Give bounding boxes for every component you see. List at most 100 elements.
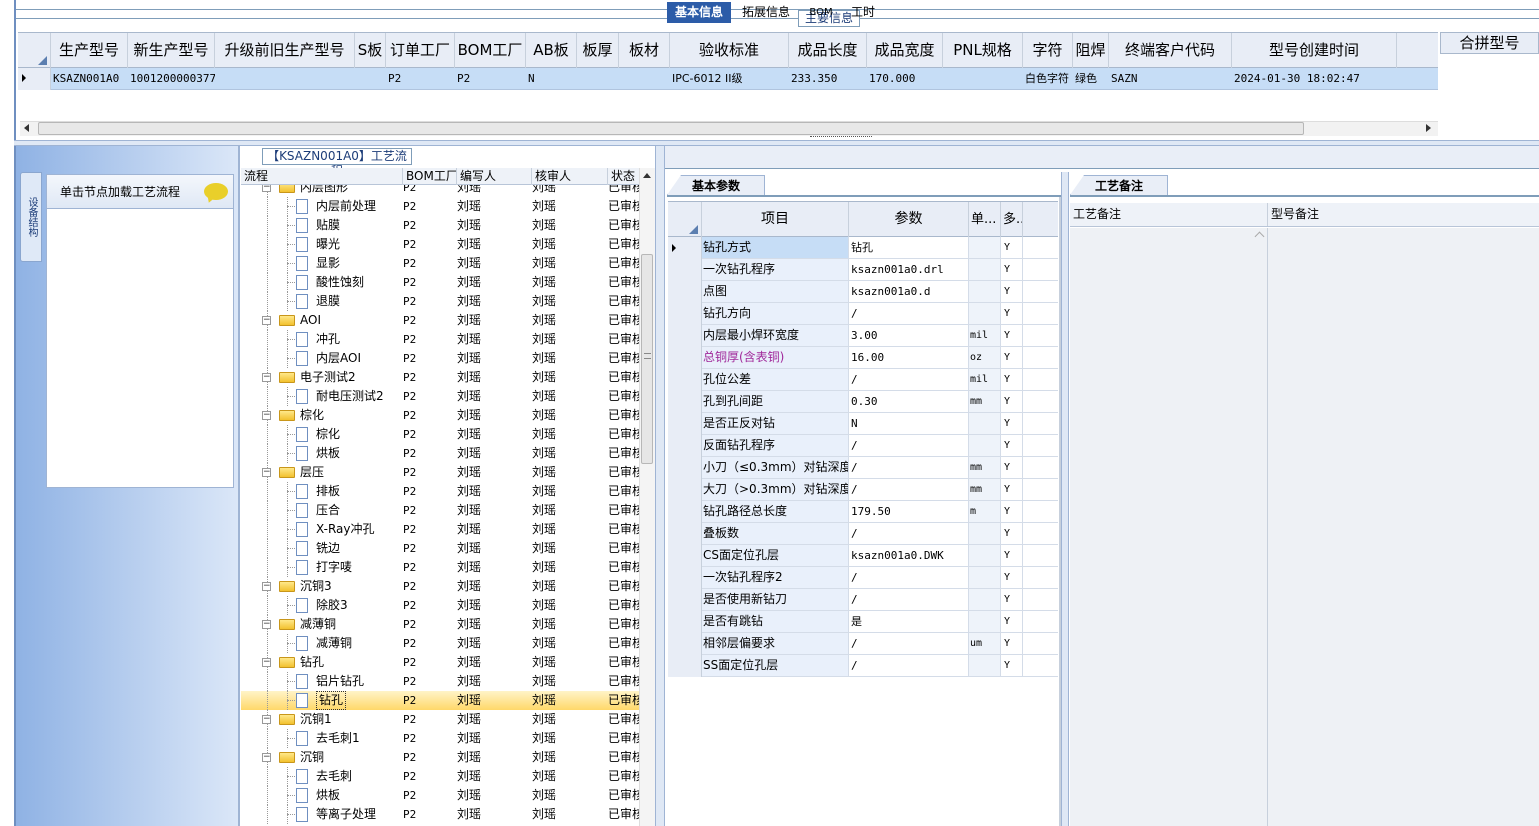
tree-row[interactable]: − 沉铜 P2 刘瑶 刘瑶 已审核 — [241, 748, 639, 767]
col-header-12[interactable]: PNL规格 — [943, 33, 1023, 68]
cell-15[interactable]: SAZN — [1111, 68, 1232, 89]
tree-row[interactable]: X-Ray冲孔 P2 刘瑶 刘瑶 已审核 — [241, 520, 639, 539]
col-header-4[interactable]: 订单工厂 — [386, 33, 455, 68]
param-row[interactable]: 钻孔方式 钻孔 Y — [668, 237, 1058, 259]
cell-5[interactable]: P2 — [457, 68, 526, 89]
tree-node[interactable]: − 钻孔 — [241, 653, 394, 672]
row-indicator[interactable] — [18, 68, 51, 90]
tree-row[interactable]: 减薄铜 P2 刘瑶 刘瑶 已审核 — [241, 634, 639, 653]
merge-model-header[interactable]: 合拼型号 — [1440, 32, 1539, 54]
param-flag[interactable]: Y — [1001, 457, 1023, 478]
cell-1[interactable]: 10012000003772 — [130, 68, 215, 89]
cell-11[interactable]: 170.000 — [869, 68, 943, 89]
tree-row[interactable]: 排板 P2 刘瑶 刘瑶 已审核 — [241, 482, 639, 501]
tree-row[interactable]: 打字唛 P2 刘瑶 刘瑶 已审核 — [241, 558, 639, 577]
tree-col-header-2[interactable]: 编写人 — [457, 168, 532, 185]
param-value[interactable]: ksazn001a0.DWK — [849, 545, 969, 566]
tree-node[interactable]: 贴膜 — [241, 216, 394, 235]
param-row[interactable]: 是否正反对钻 N Y — [668, 413, 1058, 435]
param-row[interactable]: 孔到孔间距 0.30 mm Y — [668, 391, 1058, 413]
tree-row[interactable]: 内层AOI P2 刘瑶 刘瑶 已审核 — [241, 349, 639, 368]
param-value[interactable]: / — [849, 523, 969, 544]
param-flag[interactable]: Y — [1001, 589, 1023, 610]
col-header-5[interactable]: BOM工厂 — [455, 33, 526, 68]
col-header-11[interactable]: 成品宽度 — [867, 33, 943, 68]
param-row[interactable]: 是否有跳钻是 Y — [668, 611, 1058, 633]
tree-row[interactable]: − 电子测试2 P2 刘瑶 刘瑶 已审核 — [241, 368, 639, 387]
row-indicator[interactable] — [668, 567, 702, 589]
tree-node[interactable]: 铣边 — [241, 539, 394, 558]
param-row[interactable]: 一次钻孔程序2/ Y — [668, 567, 1058, 589]
col-header-2[interactable]: 升级前旧生产型号 — [215, 33, 355, 68]
row-indicator[interactable] — [668, 281, 702, 303]
col-header-3[interactable]: S板 — [355, 33, 386, 68]
param-value[interactable]: / — [849, 633, 969, 654]
tree-node[interactable]: 内层前处理 — [241, 197, 394, 216]
tree-row[interactable]: 酸性蚀刻 P2 刘瑶 刘瑶 已审核 — [241, 273, 639, 292]
tree-node[interactable]: 压合 — [241, 501, 394, 520]
param-row[interactable]: 内层最小焊环宽度 3.00 mil Y — [668, 325, 1058, 347]
row-indicator[interactable] — [668, 413, 702, 435]
param-row[interactable]: 总铜厚(含表铜) 16.00 oz Y — [668, 347, 1058, 369]
cell-8[interactable] — [621, 68, 670, 89]
tree-row[interactable]: 贴膜 P2 刘瑶 刘瑶 已审核 — [241, 216, 639, 235]
param-value[interactable]: / — [849, 435, 969, 456]
tree-node[interactable]: 冲孔 — [241, 330, 394, 349]
col-header-0[interactable]: 生产型号 — [51, 33, 128, 68]
param-row[interactable]: 是否使用新钻刀 / Y — [668, 589, 1058, 611]
row-indicator[interactable] — [668, 347, 702, 369]
param-row[interactable]: 相邻层偏要求 / um Y — [668, 633, 1058, 655]
collapse-icon[interactable]: − — [262, 411, 271, 420]
row-indicator[interactable] — [668, 611, 702, 633]
tab-bom[interactable]: BOM — [803, 2, 839, 23]
cell-2[interactable] — [217, 68, 355, 89]
scroll-up-icon[interactable] — [643, 173, 651, 178]
tree-node[interactable]: 显影 — [241, 254, 394, 273]
row-indicator[interactable] — [668, 589, 702, 611]
col-header-16[interactable]: 型号创建时间 — [1232, 33, 1397, 68]
cell-9[interactable]: IPC-6012 II级 — [672, 68, 789, 89]
tree-col-header-3[interactable]: 核审人 — [532, 168, 608, 185]
tree-node[interactable]: 除胶3 — [241, 596, 394, 615]
param-flag[interactable]: Y — [1001, 523, 1023, 544]
param-value[interactable]: 0.30 — [849, 391, 969, 412]
col-header-8[interactable]: 板材 — [619, 33, 670, 68]
col-header-9[interactable]: 验收标准 — [670, 33, 789, 68]
col-header-6[interactable]: AB板 — [526, 33, 577, 68]
tree-row[interactable]: 去毛刺 P2 刘瑶 刘瑶 已审核 — [241, 767, 639, 786]
collapse-icon[interactable]: − — [262, 185, 271, 192]
param-value[interactable]: / — [849, 369, 969, 390]
tree-row[interactable]: 除胶3 P2 刘瑶 刘瑶 已审核 — [241, 596, 639, 615]
tree-node[interactable]: 耐电压测试2 — [241, 387, 394, 406]
tree-node[interactable]: − 层压 — [241, 463, 394, 482]
tree-row[interactable]: − 棕化 P2 刘瑶 刘瑶 已审核 — [241, 406, 639, 425]
tree-node[interactable]: − 沉铜3 — [241, 577, 394, 596]
cell-6[interactable]: N — [528, 68, 577, 89]
param-row[interactable]: CS面定位孔层 ksazn001a0.DWK Y — [668, 545, 1058, 567]
cell-7[interactable] — [579, 68, 619, 89]
model-notes-header[interactable]: 型号备注 — [1268, 203, 1539, 226]
cell-13[interactable]: 白色字符 — [1025, 68, 1073, 89]
param-value[interactable]: 是 — [849, 611, 969, 632]
row-indicator[interactable] — [668, 523, 702, 545]
tree-row[interactable]: 烘板 P2 刘瑶 刘瑶 已审核 — [241, 786, 639, 805]
tree-row[interactable]: − 钻孔 P2 刘瑶 刘瑶 已审核 — [241, 653, 639, 672]
tree-row[interactable]: − 层压 P2 刘瑶 刘瑶 已审核 — [241, 463, 639, 482]
param-row[interactable]: 大刀（>0.3mm）对钻深度 / mm Y — [668, 479, 1058, 501]
tree-row[interactable]: 耐电压测试2 P2 刘瑶 刘瑶 已审核 — [241, 387, 639, 406]
process-notes-header[interactable]: 工艺备注 — [1070, 203, 1268, 226]
tree-node[interactable]: 铝片钻孔 — [241, 672, 394, 691]
tree-node[interactable]: − AOI — [241, 311, 394, 330]
param-value[interactable]: ksazn001a0.d — [849, 281, 969, 302]
splitter-grip-icon[interactable] — [810, 136, 872, 140]
param-value[interactable]: / — [849, 457, 969, 478]
cell-14[interactable]: 绿色 — [1075, 68, 1109, 89]
tree-node[interactable]: 等离子处理 — [241, 805, 394, 824]
tree-node[interactable]: 退膜 — [241, 292, 394, 311]
process-notes-field[interactable] — [1070, 228, 1268, 826]
tree-node[interactable]: 曝光 — [241, 235, 394, 254]
param-row[interactable]: 钻孔路径总长度 179.50 m Y — [668, 501, 1058, 523]
collapse-icon[interactable]: − — [262, 753, 271, 762]
tree-row[interactable]: − 沉铜3 P2 刘瑶 刘瑶 已审核 — [241, 577, 639, 596]
col-header-10[interactable]: 成品长度 — [789, 33, 867, 68]
